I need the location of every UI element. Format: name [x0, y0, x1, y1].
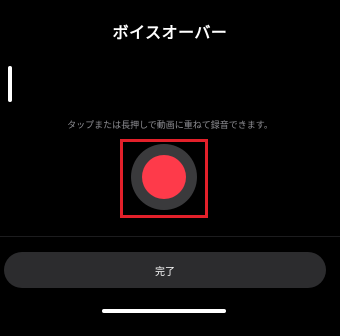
- record-button[interactable]: [131, 144, 197, 210]
- done-button-label: 完了: [155, 266, 175, 278]
- record-icon: [142, 155, 186, 199]
- home-indicator: [102, 309, 226, 313]
- voiceover-screen: ボイスオーバー タップまたは長押しで動画に重ねて録音できます。 完了: [0, 0, 340, 336]
- page-title: ボイスオーバー: [112, 23, 228, 42]
- playhead-indicator[interactable]: [8, 66, 12, 102]
- timeline-area[interactable]: [0, 60, 340, 108]
- done-button[interactable]: 完了: [4, 252, 326, 288]
- divider: [0, 236, 340, 237]
- record-hint-text: タップまたは長押しで動画に重ねて録音できます。: [67, 121, 273, 131]
